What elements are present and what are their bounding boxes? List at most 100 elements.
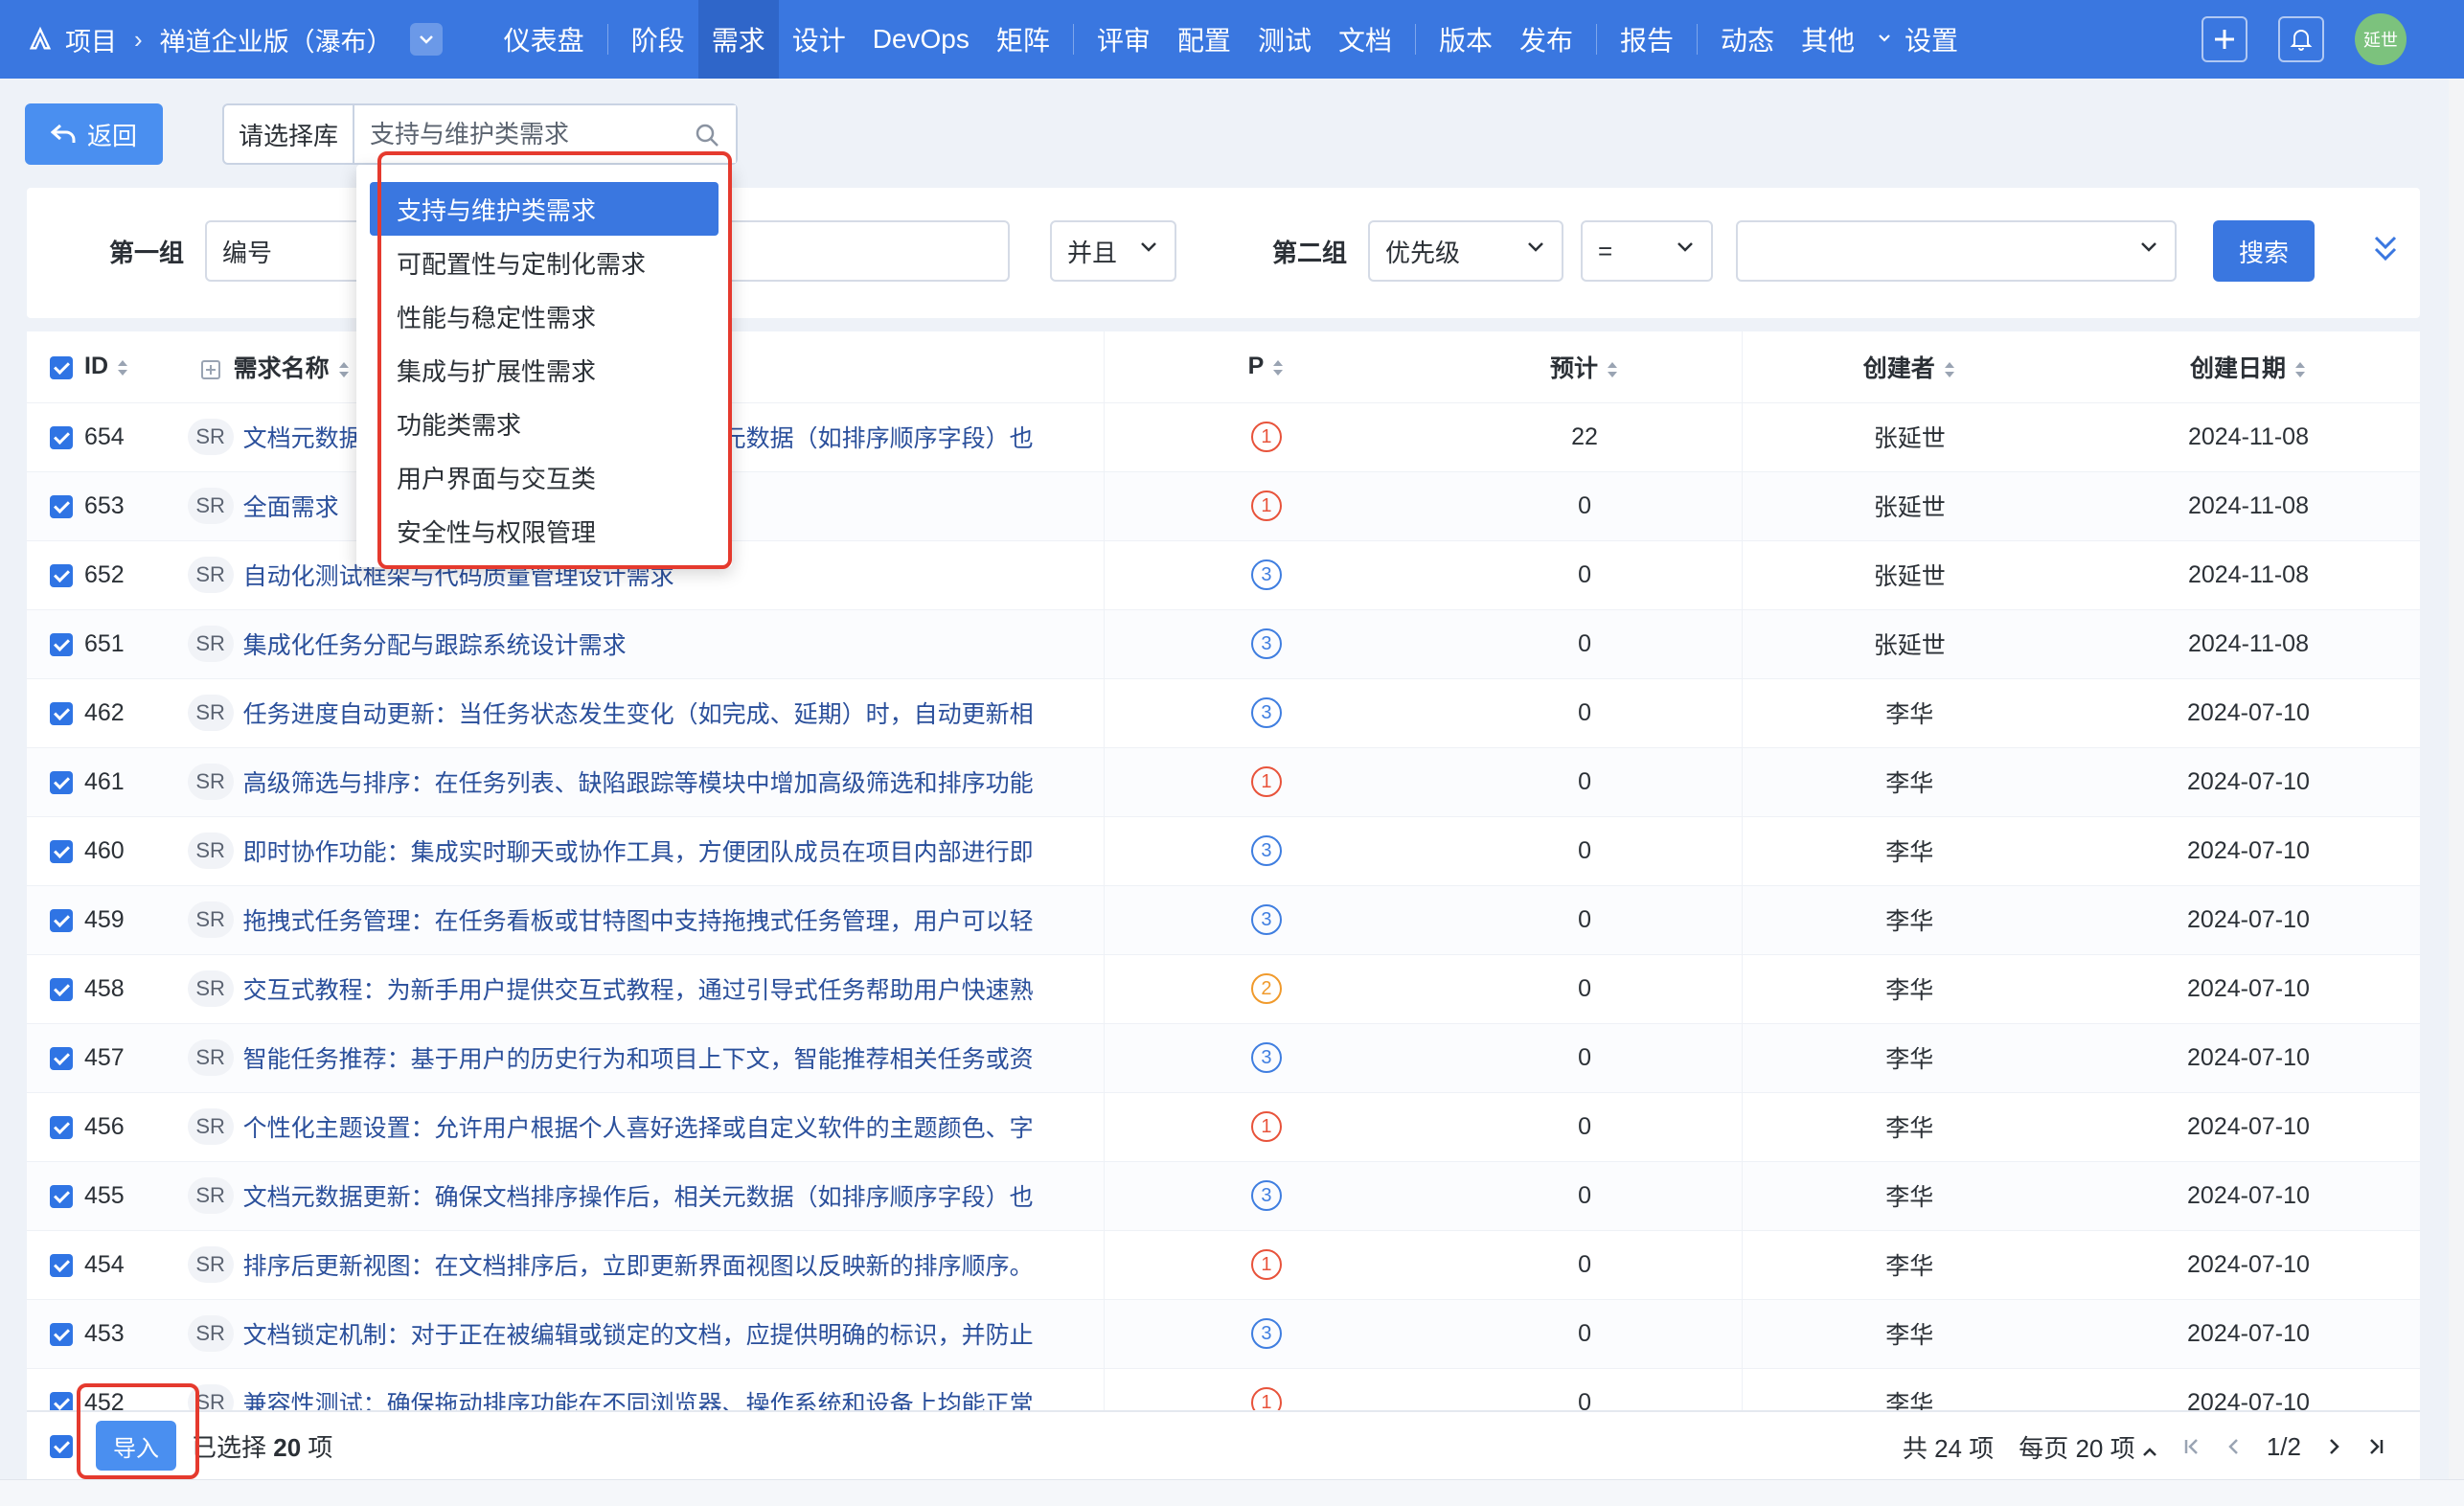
sort-icon[interactable]: [1271, 357, 1285, 378]
header-name[interactable]: 需求名称: [234, 355, 330, 382]
logic-select[interactable]: 并且: [1050, 220, 1176, 282]
nav-item-15[interactable]: 设置: [1891, 0, 1972, 79]
library-option[interactable]: 可配置性与定制化需求: [370, 236, 719, 289]
table-row[interactable]: 462 SR 任务进度自动更新：当任务状态发生变化（如完成、延期）时，自动更新相 3 0…: [27, 678, 2420, 747]
table-row[interactable]: 452 SR 兼容性测试：确保拖动排序功能在不同浏览器、操作系统和设备上均能正常 1 0…: [27, 1368, 2420, 1410]
first-page-icon[interactable]: [2182, 1437, 2202, 1456]
table-row[interactable]: 456 SR 个性化主题设置：允许用户根据个人喜好选择或自定义软件的主题颜色、字 1 0…: [27, 1092, 2420, 1161]
project-switch-button[interactable]: [409, 23, 443, 56]
nav-item-13[interactable]: 动态: [1707, 0, 1788, 79]
row-checkbox[interactable]: [50, 1392, 73, 1410]
story-name-link[interactable]: 文档锁定机制：对于正在被编辑或锁定的文档，应提供明确的标识，并防止: [243, 1322, 1034, 1349]
double-chevron-down-icon[interactable]: [2372, 234, 2399, 264]
table-row[interactable]: 651 SR 集成化任务分配与跟踪系统设计需求 3 0 张延世 2024-11-08: [27, 609, 2420, 678]
last-page-icon[interactable]: [2366, 1437, 2385, 1456]
header-created-date[interactable]: 创建日期: [2190, 355, 2286, 382]
sort-icon[interactable]: [116, 357, 129, 378]
library-option[interactable]: 集成与扩展性需求: [370, 343, 719, 397]
story-name-link[interactable]: 拖拽式任务管理：在任务看板或甘特图中支持拖拽式任务管理，用户可以轻: [243, 908, 1034, 935]
nav-item-2[interactable]: 需求: [697, 0, 779, 79]
row-checkbox[interactable]: [50, 1322, 73, 1346]
nav-item-1[interactable]: 阶段: [618, 0, 698, 79]
story-name-link[interactable]: 任务进度自动更新：当任务状态发生变化（如完成、延期）时，自动更新相: [243, 701, 1034, 728]
row-checkbox[interactable]: [50, 770, 73, 794]
row-checkbox[interactable]: [50, 701, 73, 725]
nav-item-4[interactable]: DevOps: [859, 0, 983, 79]
library-option[interactable]: 支持与维护类需求: [370, 182, 719, 236]
sort-icon[interactable]: [337, 359, 351, 380]
breadcrumb-project[interactable]: 禅道企业版（瀑布）: [160, 21, 393, 58]
row-checkbox[interactable]: [50, 839, 73, 863]
library-search-input[interactable]: [354, 105, 736, 163]
next-page-icon[interactable]: [2326, 1437, 2341, 1456]
back-button[interactable]: 返回: [25, 103, 163, 165]
nav-item-3[interactable]: 设计: [779, 0, 859, 79]
story-name-link[interactable]: 即时协作功能：集成实时聊天或协作工具，方便团队成员在项目内部进行即: [243, 839, 1034, 866]
library-option[interactable]: 安全性与权限管理: [370, 504, 719, 558]
create-button[interactable]: [2202, 16, 2247, 62]
group2-field-select[interactable]: 优先级: [1368, 220, 1563, 282]
row-checkbox[interactable]: [50, 425, 73, 449]
row-checkbox[interactable]: [50, 977, 73, 1001]
select-all-checkbox[interactable]: [50, 355, 73, 379]
sort-icon[interactable]: [1606, 359, 1619, 380]
table-row[interactable]: 457 SR 智能任务推荐：基于用户的历史行为和项目上下文，智能推荐相关任务或资 3 0…: [27, 1023, 2420, 1092]
row-checkbox[interactable]: [50, 563, 73, 587]
story-name-link[interactable]: 兼容性测试：确保拖动排序功能在不同浏览器、操作系统和设备上均能正常: [243, 1391, 1034, 1410]
header-estimate[interactable]: 预计: [1550, 355, 1598, 382]
sort-icon[interactable]: [1943, 359, 1956, 380]
story-name-link[interactable]: 个性化主题设置：允许用户根据个人喜好选择或自定义软件的主题颜色、字: [243, 1115, 1034, 1142]
story-name-link[interactable]: 集成化任务分配与跟踪系统设计需求: [243, 632, 627, 659]
table-row[interactable]: 458 SR 交互式教程：为新手用户提供交互式教程，通过引导式任务帮助用户快速熟 2 0…: [27, 954, 2420, 1023]
expand-all-icon[interactable]: [200, 360, 220, 380]
nav-item-6[interactable]: 评审: [1084, 0, 1164, 79]
avatar[interactable]: 延世: [2355, 13, 2407, 65]
operator-select[interactable]: =: [1581, 220, 1713, 282]
prev-page-icon[interactable]: [2226, 1437, 2242, 1456]
table-row[interactable]: 459 SR 拖拽式任务管理：在任务看板或甘特图中支持拖拽式任务管理，用户可以轻 3 0…: [27, 885, 2420, 954]
table-row[interactable]: 455 SR 文档元数据更新：确保文档排序操作后，相关元数据（如排序顺序字段）也 3 0…: [27, 1161, 2420, 1230]
page-scrollbar[interactable]: [2449, 79, 2464, 1479]
sort-icon[interactable]: [2293, 359, 2307, 380]
library-option[interactable]: 性能与稳定性需求: [370, 289, 719, 343]
library-option[interactable]: 用户界面与交互类: [370, 450, 719, 504]
table-row[interactable]: 461 SR 高级筛选与排序：在任务列表、缺陷跟踪等模块中增加高级筛选和排序功能 1 0…: [27, 747, 2420, 816]
nav-item-11[interactable]: 发布: [1506, 0, 1586, 79]
nav-item-0[interactable]: 仪表盘: [491, 0, 598, 79]
story-name-link[interactable]: 智能任务推荐：基于用户的历史行为和项目上下文，智能推荐相关任务或资: [243, 1046, 1034, 1073]
nav-item-10[interactable]: 版本: [1426, 0, 1506, 79]
story-name-link[interactable]: 高级筛选与排序：在任务列表、缺陷跟踪等模块中增加高级筛选和排序功能: [243, 770, 1034, 797]
table-row[interactable]: 454 SR 排序后更新视图：在文档排序后，立即更新界面视图以反映新的排序顺序。 1 0…: [27, 1230, 2420, 1299]
nav-item-7[interactable]: 配置: [1164, 0, 1244, 79]
row-checkbox[interactable]: [50, 1115, 73, 1139]
notification-button[interactable]: [2278, 16, 2324, 62]
row-checkbox[interactable]: [50, 494, 73, 518]
library-option[interactable]: 功能类需求: [370, 397, 719, 450]
nav-item-12[interactable]: 报告: [1607, 0, 1687, 79]
table-row[interactable]: 460 SR 即时协作功能：集成实时聊天或协作工具，方便团队成员在项目内部进行即 3 0…: [27, 816, 2420, 885]
row-checkbox[interactable]: [50, 1046, 73, 1070]
header-id[interactable]: ID: [84, 353, 108, 379]
breadcrumb-root[interactable]: 项目: [65, 21, 117, 58]
row-checkbox[interactable]: [50, 908, 73, 932]
per-page-select[interactable]: 每页 20 项: [2019, 1429, 2157, 1465]
table-row[interactable]: 453 SR 文档锁定机制：对于正在被编辑或锁定的文档，应提供明确的标识，并防止 3 0…: [27, 1299, 2420, 1368]
row-checkbox[interactable]: [50, 1184, 73, 1208]
nav-item-5[interactable]: 矩阵: [983, 0, 1063, 79]
nav-item-8[interactable]: 测试: [1244, 0, 1325, 79]
story-name-link[interactable]: 全面需求: [243, 494, 339, 521]
footer-select-all-checkbox[interactable]: [50, 1435, 73, 1458]
header-creator[interactable]: 创建者: [1863, 355, 1935, 382]
row-checkbox[interactable]: [50, 632, 73, 656]
story-name-link[interactable]: 排序后更新视图：在文档排序后，立即更新界面视图以反映新的排序顺序。: [243, 1253, 1034, 1280]
nav-item-14[interactable]: 其他: [1788, 0, 1868, 79]
story-name-link[interactable]: 自动化测试框架与代码质量管理设计需求: [243, 563, 674, 590]
story-name-link[interactable]: 文档元数据更新：确保文档排序操作后，相关元数据（如排序顺序字段）也: [243, 1184, 1034, 1211]
nav-item-9[interactable]: 文档: [1325, 0, 1405, 79]
row-checkbox[interactable]: [50, 1253, 73, 1277]
search-button[interactable]: 搜索: [2213, 220, 2315, 282]
group2-value-select[interactable]: [1736, 220, 2177, 282]
story-name-link[interactable]: 交互式教程：为新手用户提供交互式教程，通过引导式任务帮助用户快速熟: [243, 977, 1034, 1004]
import-button[interactable]: 导入: [96, 1421, 176, 1471]
header-priority[interactable]: P: [1248, 353, 1265, 379]
